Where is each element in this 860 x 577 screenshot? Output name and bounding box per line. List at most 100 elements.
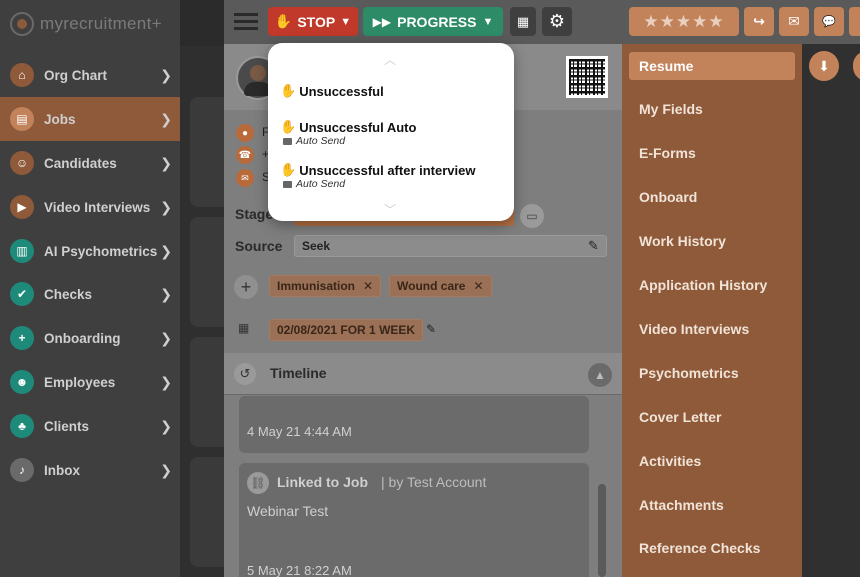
tab-application-history[interactable]: Application History bbox=[629, 271, 795, 299]
candidate-tabs: Resume My Fields E-Forms Onboard Work Hi… bbox=[622, 44, 802, 577]
sidebar-item-org-chart[interactable]: ⌂ Org Chart ❯ bbox=[0, 53, 180, 97]
timeline-title: Timeline bbox=[270, 365, 327, 381]
sidebar-item-checks[interactable]: ✔ Checks ❯ bbox=[0, 272, 180, 316]
check-icon: ✔ bbox=[10, 282, 34, 306]
tab-resume[interactable]: Resume bbox=[629, 52, 795, 80]
scroll-up-icon[interactable]: ︿ bbox=[384, 51, 396, 68]
menu-item-unsuccessful[interactable]: ✋ Unsuccessful bbox=[280, 83, 384, 99]
more-button[interactable] bbox=[849, 7, 860, 36]
logo-text: myrecruitment+ bbox=[40, 14, 162, 33]
timeline-entry[interactable]: ⛓ Linked to Job | by Test Account Webina… bbox=[239, 463, 589, 577]
tab-activities[interactable]: Activities bbox=[629, 447, 795, 475]
sidebar-item-inbox[interactable]: ♪ Inbox ❯ bbox=[0, 448, 180, 492]
source-label: Source bbox=[235, 238, 283, 254]
timeline-entry[interactable]: 4 May 21 4:44 AM bbox=[239, 396, 589, 453]
background-card bbox=[190, 457, 226, 567]
chevron-right-icon: ❯ bbox=[160, 373, 172, 390]
timeline-scrollbar[interactable] bbox=[598, 484, 606, 577]
share-button[interactable]: ↪ bbox=[744, 7, 774, 36]
timeline-header[interactable]: ↺ Timeline ▲ bbox=[224, 353, 622, 395]
sidebar: myrecruitment+ ⌂ Org Chart ❯ ▤ Jobs ❯ ☺ … bbox=[0, 0, 180, 577]
resume-panel: ⬇ bbox=[802, 44, 860, 577]
share-icon: ↪ bbox=[753, 13, 765, 29]
logo-icon bbox=[10, 12, 34, 36]
timeline-heading: Linked to Job bbox=[277, 474, 368, 490]
timeline-date: 4 May 21 4:44 AM bbox=[247, 424, 352, 439]
chevron-right-icon: ❯ bbox=[160, 242, 172, 259]
scroll-down-icon[interactable]: ﹀ bbox=[384, 201, 396, 218]
chevron-right-icon: ❯ bbox=[160, 329, 172, 346]
chevron-right-icon: ❯ bbox=[160, 417, 172, 434]
settings-button[interactable]: ⚙ bbox=[542, 7, 572, 36]
sidebar-item-employees[interactable]: ☻ Employees ❯ bbox=[0, 360, 180, 404]
chart-icon: ▥ bbox=[10, 239, 34, 263]
tab-psychometrics[interactable]: Psychometrics bbox=[629, 359, 795, 387]
tab-attachments[interactable]: Attachments bbox=[629, 491, 795, 519]
add-user-icon: + bbox=[10, 326, 34, 350]
hamburger-menu-icon[interactable] bbox=[234, 13, 258, 31]
candidates-icon: ☺ bbox=[10, 151, 34, 175]
chevron-right-icon: ❯ bbox=[160, 461, 172, 478]
sidebar-item-video-interviews[interactable]: ▶ Video Interviews ❯ bbox=[0, 185, 180, 229]
hand-stop-icon: ✋ bbox=[280, 83, 297, 98]
employees-icon: ☻ bbox=[10, 370, 34, 394]
sidebar-item-ai-psychometrics[interactable]: ▥ AI Psychometrics ❯ bbox=[0, 229, 180, 273]
rating-stars[interactable]: ★★★★★ bbox=[629, 7, 739, 36]
tab-e-forms[interactable]: E-Forms bbox=[629, 139, 795, 167]
background-card bbox=[190, 337, 226, 447]
tab-reference-checks[interactable]: Reference Checks bbox=[629, 534, 795, 562]
edit-pencil-icon[interactable]: ✎ bbox=[588, 238, 599, 254]
close-icon[interactable]: ✕ bbox=[473, 279, 483, 293]
link-icon: ⛓ bbox=[247, 472, 269, 494]
stop-dropdown-menu: ︿ ✋ Unsuccessful ✋ Unsuccessful Auto Auto … bbox=[268, 43, 514, 221]
availability-badge[interactable]: 02/08/2021 FOR 1 WEEK bbox=[269, 319, 424, 341]
chevron-down-icon: ▼ bbox=[482, 15, 494, 28]
hand-stop-icon: ✋ bbox=[280, 119, 297, 134]
tab-onboard[interactable]: Onboard bbox=[629, 183, 795, 211]
download-icon[interactable]: ⬇ bbox=[809, 51, 839, 81]
hand-stop-icon: ✋ bbox=[280, 162, 297, 177]
toolbar: ✋ STOP ▼ ▶▶ PROGRESS ▼ ▦ ⚙ ★★★★★ ↪ ✉ 💬 bbox=[224, 0, 860, 44]
chevron-right-icon: ❯ bbox=[160, 198, 172, 215]
sms-button[interactable]: 💬 bbox=[814, 7, 844, 36]
tab-cover-letter[interactable]: Cover Letter bbox=[629, 403, 795, 431]
chevron-right-icon: ❯ bbox=[160, 66, 172, 83]
sidebar-item-onboarding[interactable]: + Onboarding ❯ bbox=[0, 316, 180, 360]
tab-video-interviews[interactable]: Video Interviews bbox=[629, 315, 795, 343]
phone-icon: ☎ bbox=[236, 146, 254, 164]
stop-button[interactable]: ✋ STOP ▼ bbox=[268, 7, 358, 36]
bell-icon: ♪ bbox=[10, 458, 34, 482]
chevron-right-icon: ❯ bbox=[160, 154, 172, 171]
background-card bbox=[190, 97, 226, 207]
chevron-down-icon: ▼ bbox=[340, 15, 352, 28]
source-field[interactable]: Seek bbox=[294, 235, 607, 257]
edit-pencil-icon[interactable]: ✎ bbox=[426, 322, 436, 336]
clients-icon: ♣ bbox=[10, 414, 34, 438]
sidebar-item-candidates[interactable]: ☺ Candidates ❯ bbox=[0, 141, 180, 185]
sms-icon: 💬 bbox=[822, 16, 836, 28]
location-icon: ● bbox=[236, 124, 254, 142]
history-icon: ↺ bbox=[234, 363, 256, 385]
qr-code[interactable] bbox=[566, 56, 608, 98]
progress-button[interactable]: ▶▶ PROGRESS ▼ bbox=[363, 7, 503, 36]
sidebar-item-clients[interactable]: ♣ Clients ❯ bbox=[0, 404, 180, 448]
collapse-icon[interactable]: ▲ bbox=[588, 363, 612, 387]
app-logo[interactable]: myrecruitment+ bbox=[10, 12, 162, 36]
menu-item-unsuccessful-auto[interactable]: ✋ Unsuccessful Auto Auto Send bbox=[280, 119, 416, 147]
envelope-icon bbox=[283, 180, 292, 188]
folder-icon[interactable]: ▭ bbox=[520, 204, 544, 228]
tab-work-history[interactable]: Work History bbox=[629, 227, 795, 255]
timeline-body: Webinar Test bbox=[247, 503, 329, 519]
more-button[interactable] bbox=[853, 51, 860, 81]
hand-stop-icon: ✋ bbox=[274, 13, 293, 29]
email-button[interactable]: ✉ bbox=[779, 7, 809, 36]
tag-wound-care[interactable]: Wound care ✕ bbox=[389, 275, 492, 297]
close-icon[interactable]: ✕ bbox=[363, 279, 373, 293]
tag-immunisation[interactable]: Immunisation ✕ bbox=[269, 275, 382, 297]
tab-my-fields[interactable]: My Fields bbox=[629, 95, 795, 123]
calendar-button[interactable]: ▦ bbox=[510, 7, 536, 36]
background-card bbox=[190, 217, 226, 327]
menu-item-unsuccessful-after-interview[interactable]: ✋ Unsuccessful after interview Auto Send bbox=[280, 162, 475, 190]
add-tag-button[interactable]: + bbox=[234, 275, 258, 299]
sidebar-item-jobs[interactable]: ▤ Jobs ❯ bbox=[0, 97, 180, 141]
